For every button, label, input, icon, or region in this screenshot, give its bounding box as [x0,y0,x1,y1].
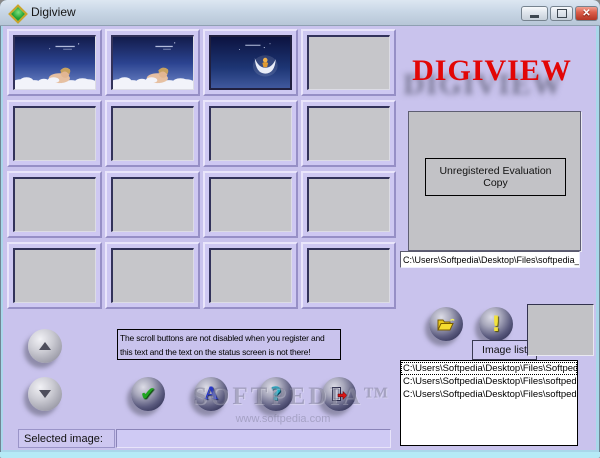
digiview-logo: DIGIVIEW [412,54,572,87]
thumbnail-empty [7,242,102,309]
thumbnail-3-selected[interactable] [203,29,298,96]
exit-button[interactable] [322,377,356,411]
file-list-item[interactable]: C:\Users\Softpedia\Desktop\Files\softped… [401,375,577,388]
moon-boat-image [211,37,290,88]
file-list-item[interactable]: C:\Users\Softpedia\Desktop\Files\softped… [401,388,577,401]
close-icon: ✕ [582,7,591,19]
maximize-button[interactable] [550,6,573,21]
help-button[interactable]: ? [259,377,293,411]
path-display[interactable]: C:\Users\Softpedia\Desktop\Files\softped… [400,251,580,268]
open-folder-icon [436,318,455,330]
note-line-1: The scroll buttons are not disabled when… [120,333,325,343]
thumbnail-empty [7,100,102,167]
thumbnail-empty [203,171,298,238]
image-list-button[interactable]: ! [479,307,513,341]
window-bottom-edge [0,452,600,458]
window-title: Digiview [31,5,76,19]
thumbnail-empty [105,100,200,167]
question-icon: ? [270,383,282,405]
status-panel: Unregistered Evaluation Copy [408,111,581,251]
file-listbox[interactable]: C:\Users\Softpedia\Desktop\Files\Softped… [400,360,578,446]
ok-button[interactable]: ✔ [131,377,165,411]
close-button[interactable]: ✕ [575,6,598,21]
thumbnail-1[interactable] [7,29,102,96]
thumbnail-empty [105,242,200,309]
thumbnail-grid [7,29,396,309]
thumbnail-empty [301,29,396,96]
thumbnail-empty [301,100,396,167]
exclamation-icon: ! [491,312,501,336]
digiview-window: Digiview ✕ DIGIVIEW Unregistered Evaluat… [0,0,600,458]
minimize-icon [530,15,539,18]
open-folder-button[interactable] [429,307,463,341]
bubble-girl-image-2 [113,37,193,89]
app-icon [8,4,28,24]
minimize-button[interactable] [521,6,548,21]
note-line-2: this text and the text on the status scr… [120,347,311,357]
registration-note: The scroll buttons are not disabled when… [117,329,341,360]
thumbnail-empty [301,242,396,309]
thumbnail-empty [203,242,298,309]
exit-door-icon [331,387,347,401]
preview-box [527,304,594,356]
thumbnail-2[interactable] [105,29,200,96]
thumbnail-empty [203,100,298,167]
thumbnail-empty [301,171,396,238]
unregistered-box: Unregistered Evaluation Copy [425,158,566,196]
selected-image-label: Selected image: [18,429,115,448]
thumbnail-empty [105,171,200,238]
client-area: DIGIVIEW Unregistered Evaluation Copy C:… [3,26,596,450]
scroll-down-button[interactable] [28,377,62,411]
selected-image-field[interactable] [116,429,391,448]
down-arrow-icon [39,390,51,398]
letter-a-icon: A [204,383,218,404]
titlebar[interactable]: Digiview ✕ [0,0,600,26]
bubble-girl-image-1 [15,37,95,89]
maximize-icon [556,9,567,18]
scroll-up-button[interactable] [28,329,62,363]
check-icon: ✔ [140,383,156,405]
watermark-subtitle: www.softpedia.com [235,413,331,425]
about-button[interactable]: A [194,377,228,411]
file-list-item[interactable]: C:\Users\Softpedia\Desktop\Files\Softped… [401,362,577,375]
thumbnail-empty [7,171,102,238]
up-arrow-icon [39,342,51,350]
